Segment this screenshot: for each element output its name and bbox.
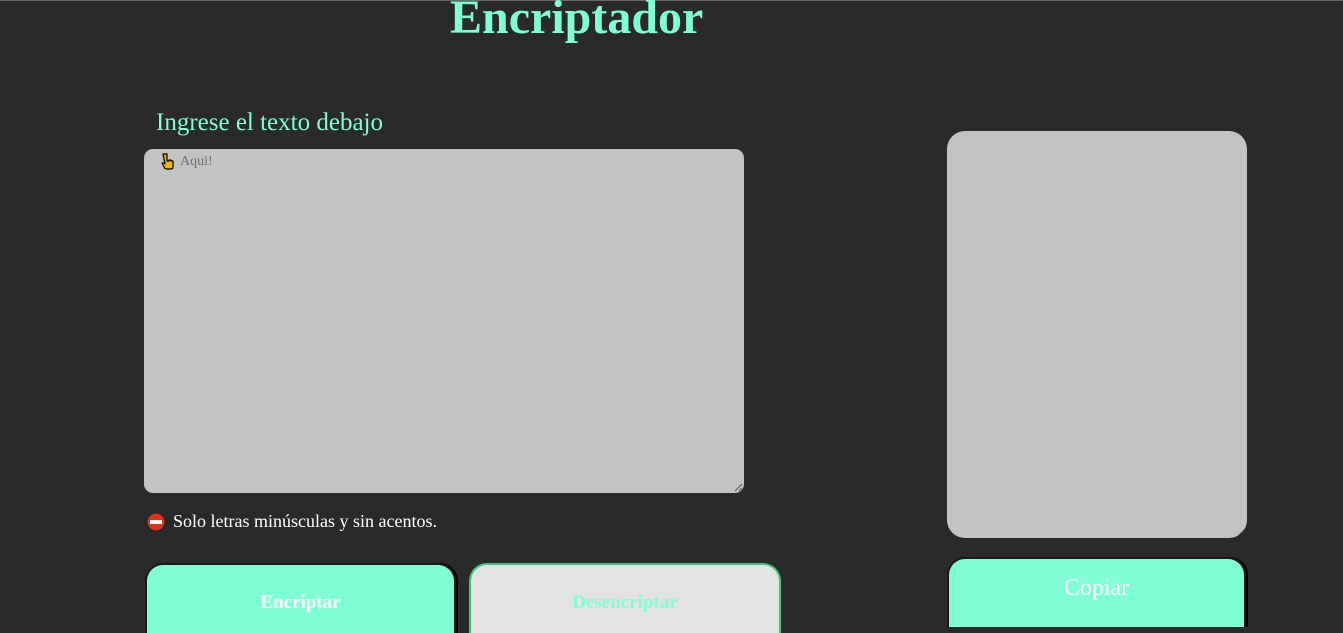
input-panel (144, 149, 744, 493)
encrypt-button[interactable]: Encriptar (145, 563, 456, 633)
text-input[interactable] (144, 149, 744, 493)
resize-handle[interactable] (1237, 528, 1246, 537)
page-title: Encriptador (450, 0, 704, 44)
warning-text: Solo letras minúsculas y sin acentos. (173, 511, 437, 531)
input-label: Ingrese el texto debajo (156, 109, 383, 136)
pointing-down-hand-icon (161, 153, 174, 170)
warning-notice: Solo letras minúsculas y sin acentos. (146, 511, 437, 532)
resize-handle[interactable] (734, 483, 743, 492)
output-panel (947, 131, 1247, 538)
no-entry-icon (146, 512, 166, 531)
output-textarea[interactable] (947, 131, 1247, 538)
decrypt-button[interactable]: Desencriptar (469, 563, 781, 633)
copy-button[interactable]: Copiar (947, 557, 1246, 627)
